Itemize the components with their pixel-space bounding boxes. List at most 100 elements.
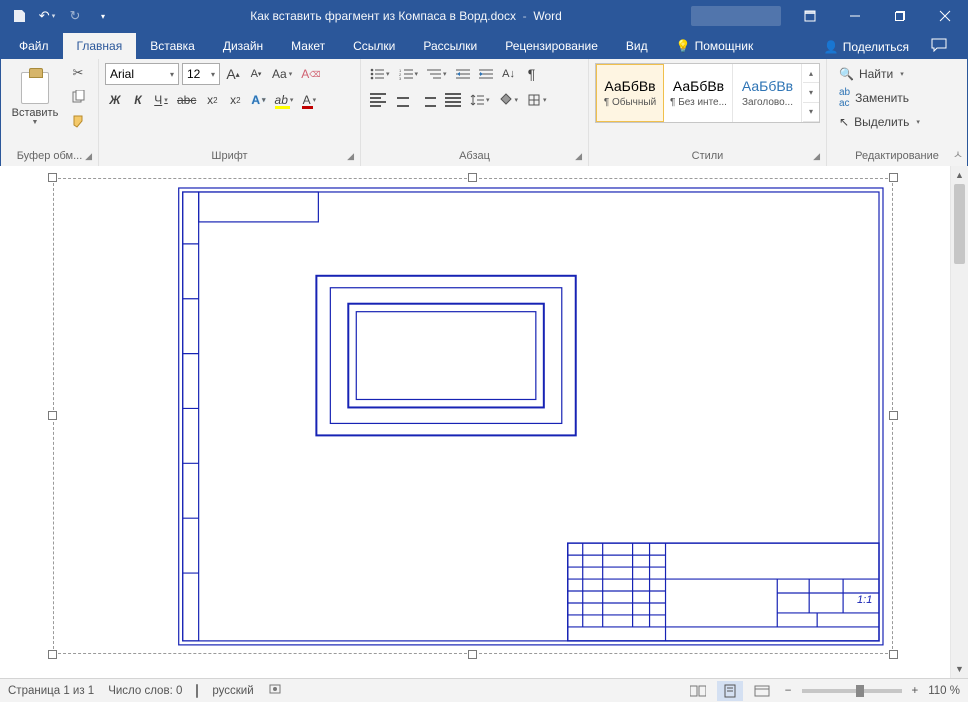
borders-button[interactable] — [524, 89, 550, 111]
user-badge[interactable] — [691, 6, 781, 26]
styles-launcher[interactable]: ◢ — [813, 151, 820, 162]
zoom-value[interactable]: 110 % — [928, 685, 960, 697]
underline-button[interactable]: Ч — [151, 89, 171, 111]
group-editing: 🔍Найти abacЗаменить ↖Выделить Редактиров… — [827, 59, 967, 166]
replace-button[interactable]: abacЗаменить — [833, 87, 961, 109]
justify-button[interactable] — [442, 89, 464, 111]
decrease-indent-button[interactable] — [453, 63, 473, 85]
resize-handle-mr[interactable] — [889, 411, 898, 420]
format-painter-button[interactable] — [67, 111, 89, 131]
bold-button[interactable]: Ж — [105, 89, 125, 111]
share-button[interactable]: 👤 Поделиться — [818, 36, 915, 58]
font-size-combo[interactable]: 12 — [182, 63, 220, 85]
text-effects-button[interactable]: A — [248, 89, 268, 111]
undo-button[interactable]: ↶ — [35, 4, 59, 28]
scroll-thumb[interactable] — [954, 184, 965, 264]
align-center-button[interactable] — [392, 89, 414, 111]
cut-button[interactable]: ✂ — [67, 63, 89, 83]
qat-customize-button[interactable]: ▾ — [91, 4, 115, 28]
comments-button[interactable] — [925, 34, 953, 59]
tab-mailings[interactable]: Рассылки — [409, 33, 491, 59]
titleblock-scale: 1:1 — [857, 594, 872, 606]
close-button[interactable] — [922, 1, 967, 31]
styles-more[interactable]: ▴▾▾ — [803, 64, 819, 122]
resize-handle-bm[interactable] — [468, 650, 477, 659]
select-button[interactable]: ↖Выделить — [833, 111, 961, 133]
increase-indent-button[interactable] — [476, 63, 496, 85]
align-right-button[interactable] — [417, 89, 439, 111]
grow-font-button[interactable]: A▴ — [223, 63, 243, 85]
change-case-button[interactable]: Aa — [269, 63, 295, 85]
zoom-out-button[interactable]: − — [781, 685, 796, 697]
status-macro[interactable] — [268, 682, 282, 699]
restore-button[interactable] — [877, 1, 922, 31]
replace-label: Заменить — [855, 91, 909, 105]
paste-button[interactable]: Вставить ▼ — [7, 63, 63, 135]
clipboard-launcher[interactable]: ◢ — [85, 151, 92, 162]
copy-button[interactable] — [67, 87, 89, 107]
kompas-drawing: 1:1 — [59, 184, 887, 649]
tab-design[interactable]: Дизайн — [209, 33, 277, 59]
sort-button[interactable]: A↓ — [499, 63, 519, 85]
tab-review[interactable]: Рецензирование — [491, 33, 612, 59]
styles-gallery[interactable]: АаБбВв ¶ Обычный АаБбВв ¶ Без инте... Аа… — [595, 63, 820, 123]
strikethrough-button[interactable]: abc — [174, 89, 199, 111]
subscript-button[interactable]: x2 — [202, 89, 222, 111]
inserted-image[interactable]: 1:1 — [53, 178, 893, 654]
italic-button[interactable]: К — [128, 89, 148, 111]
tab-references[interactable]: Ссылки — [339, 33, 409, 59]
redo-button[interactable]: ↻ — [63, 4, 87, 28]
scroll-down-button[interactable]: ▼ — [951, 660, 968, 678]
tab-insert[interactable]: Вставка — [136, 33, 209, 59]
clear-formatting-button[interactable]: A⌫ — [298, 63, 323, 85]
collapse-ribbon-button[interactable]: ㅅ — [953, 146, 963, 162]
font-name-combo[interactable]: Arial — [105, 63, 179, 85]
style-no-spacing[interactable]: АаБбВв ¶ Без инте... — [665, 64, 733, 122]
minimize-button[interactable] — [832, 1, 877, 31]
shrink-font-button[interactable]: A▾ — [246, 63, 266, 85]
multilevel-list-button[interactable] — [424, 63, 450, 85]
resize-handle-ml[interactable] — [48, 411, 57, 420]
style-name-1: ¶ Обычный — [599, 97, 661, 108]
numbering-button[interactable]: 123 — [396, 63, 422, 85]
status-page[interactable]: Страница 1 из 1 — [8, 685, 94, 697]
status-proofing[interactable] — [196, 685, 198, 697]
status-language[interactable]: русский — [212, 685, 253, 697]
view-read-button[interactable] — [685, 681, 711, 701]
resize-handle-tm[interactable] — [468, 173, 477, 182]
save-button[interactable] — [7, 4, 31, 28]
group-paragraph-label: Абзац — [459, 150, 490, 162]
highlight-button[interactable]: ab — [272, 89, 297, 111]
font-launcher[interactable]: ◢ — [347, 151, 354, 162]
vertical-scrollbar[interactable]: ▲ ▼ — [950, 166, 968, 678]
scroll-up-button[interactable]: ▲ — [951, 166, 968, 184]
shading-button[interactable] — [496, 89, 522, 111]
superscript-button[interactable]: x2 — [225, 89, 245, 111]
tell-me[interactable]: 💡 Помощник — [662, 33, 768, 59]
style-normal[interactable]: АаБбВв ¶ Обычный — [596, 64, 664, 122]
line-spacing-button[interactable] — [467, 89, 493, 111]
align-left-button[interactable] — [367, 89, 389, 111]
ribbon-options-button[interactable] — [787, 1, 832, 31]
view-print-button[interactable] — [717, 681, 743, 701]
zoom-in-button[interactable]: + — [908, 685, 923, 697]
find-button[interactable]: 🔍Найти — [833, 63, 961, 85]
tab-view[interactable]: Вид — [612, 33, 662, 59]
resize-handle-bl[interactable] — [48, 650, 57, 659]
resize-handle-tr[interactable] — [889, 173, 898, 182]
tab-file[interactable]: Файл — [5, 33, 63, 59]
font-color-button[interactable]: A — [299, 89, 319, 111]
zoom-slider[interactable] — [802, 689, 902, 693]
view-web-button[interactable] — [749, 681, 775, 701]
bullets-button[interactable] — [367, 63, 393, 85]
style-heading1[interactable]: АаБбВв Заголово... — [734, 64, 802, 122]
document-area[interactable]: 1:1 ▲ ▼ — [0, 166, 968, 678]
paragraph-launcher[interactable]: ◢ — [575, 151, 582, 162]
cursor-icon: ↖ — [839, 115, 849, 129]
status-words[interactable]: Число слов: 0 — [108, 685, 182, 697]
show-marks-button[interactable]: ¶ — [522, 63, 542, 85]
tab-home[interactable]: Главная — [63, 33, 137, 59]
resize-handle-br[interactable] — [889, 650, 898, 659]
tab-layout[interactable]: Макет — [277, 33, 339, 59]
resize-handle-tl[interactable] — [48, 173, 57, 182]
